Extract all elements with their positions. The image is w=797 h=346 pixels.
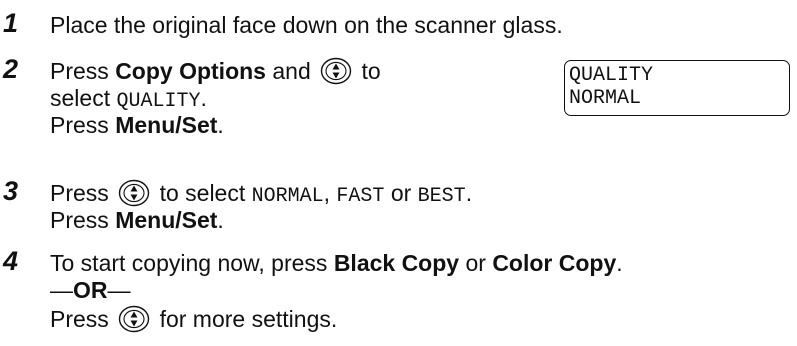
text: . — [217, 207, 224, 233]
up-down-navigation-key-icon — [118, 179, 150, 207]
text: for more settings. — [153, 306, 338, 332]
step-2-line-1: Press Copy Options and to — [50, 56, 381, 86]
text: to select — [153, 180, 252, 206]
lcd-display: QUALITY NORMAL — [564, 60, 790, 116]
text: To start copying now, press — [50, 250, 334, 276]
step-number: 1 — [3, 8, 19, 38]
step-2-line-3: Press Menu/Set. — [50, 110, 224, 140]
or-label: OR — [73, 277, 108, 303]
text: , — [323, 180, 337, 206]
lcd-line-1: QUALITY — [569, 64, 654, 87]
quality-option-normal: NORMAL — [251, 185, 324, 208]
dash: — — [50, 277, 73, 303]
step-number: 3 — [3, 176, 19, 206]
quality-option-best: BEST — [417, 185, 466, 208]
step-4-line-1: To start copying now, press Black Copy o… — [50, 248, 623, 278]
text: . — [616, 250, 623, 276]
step-1-text: Place the original face down on the scan… — [50, 12, 563, 38]
text: . — [200, 85, 207, 111]
step-number: 2 — [3, 54, 19, 84]
quality-option-fast: FAST — [336, 185, 385, 208]
copy-options-key: Copy Options — [115, 58, 266, 84]
step-4-or-separator: —OR— — [50, 275, 131, 305]
text: or — [459, 250, 493, 276]
step-number: 4 — [3, 246, 19, 276]
text: . — [217, 112, 224, 138]
lcd-line-2: NORMAL — [569, 87, 642, 110]
text: select — [50, 85, 117, 111]
text: Press — [50, 207, 116, 233]
black-copy-key: Black Copy — [333, 250, 460, 276]
up-down-navigation-key-icon — [118, 305, 150, 333]
step-3-line-2: Press Menu/Set. — [50, 205, 224, 235]
color-copy-key: Color Copy — [492, 250, 617, 276]
dash: — — [107, 277, 131, 303]
menu-set-key: Menu/Set — [115, 112, 218, 138]
text: Press — [50, 180, 116, 206]
text: . — [465, 180, 473, 206]
up-down-navigation-key-icon — [320, 57, 352, 85]
text: or — [384, 180, 418, 206]
step-4-line-3: Press for more settings. — [50, 304, 337, 334]
text: Press — [50, 112, 116, 138]
text: Press — [50, 58, 116, 84]
text: Press — [50, 306, 116, 332]
menu-set-key: Menu/Set — [115, 207, 218, 233]
text: and — [265, 58, 318, 84]
text: to — [355, 58, 381, 84]
